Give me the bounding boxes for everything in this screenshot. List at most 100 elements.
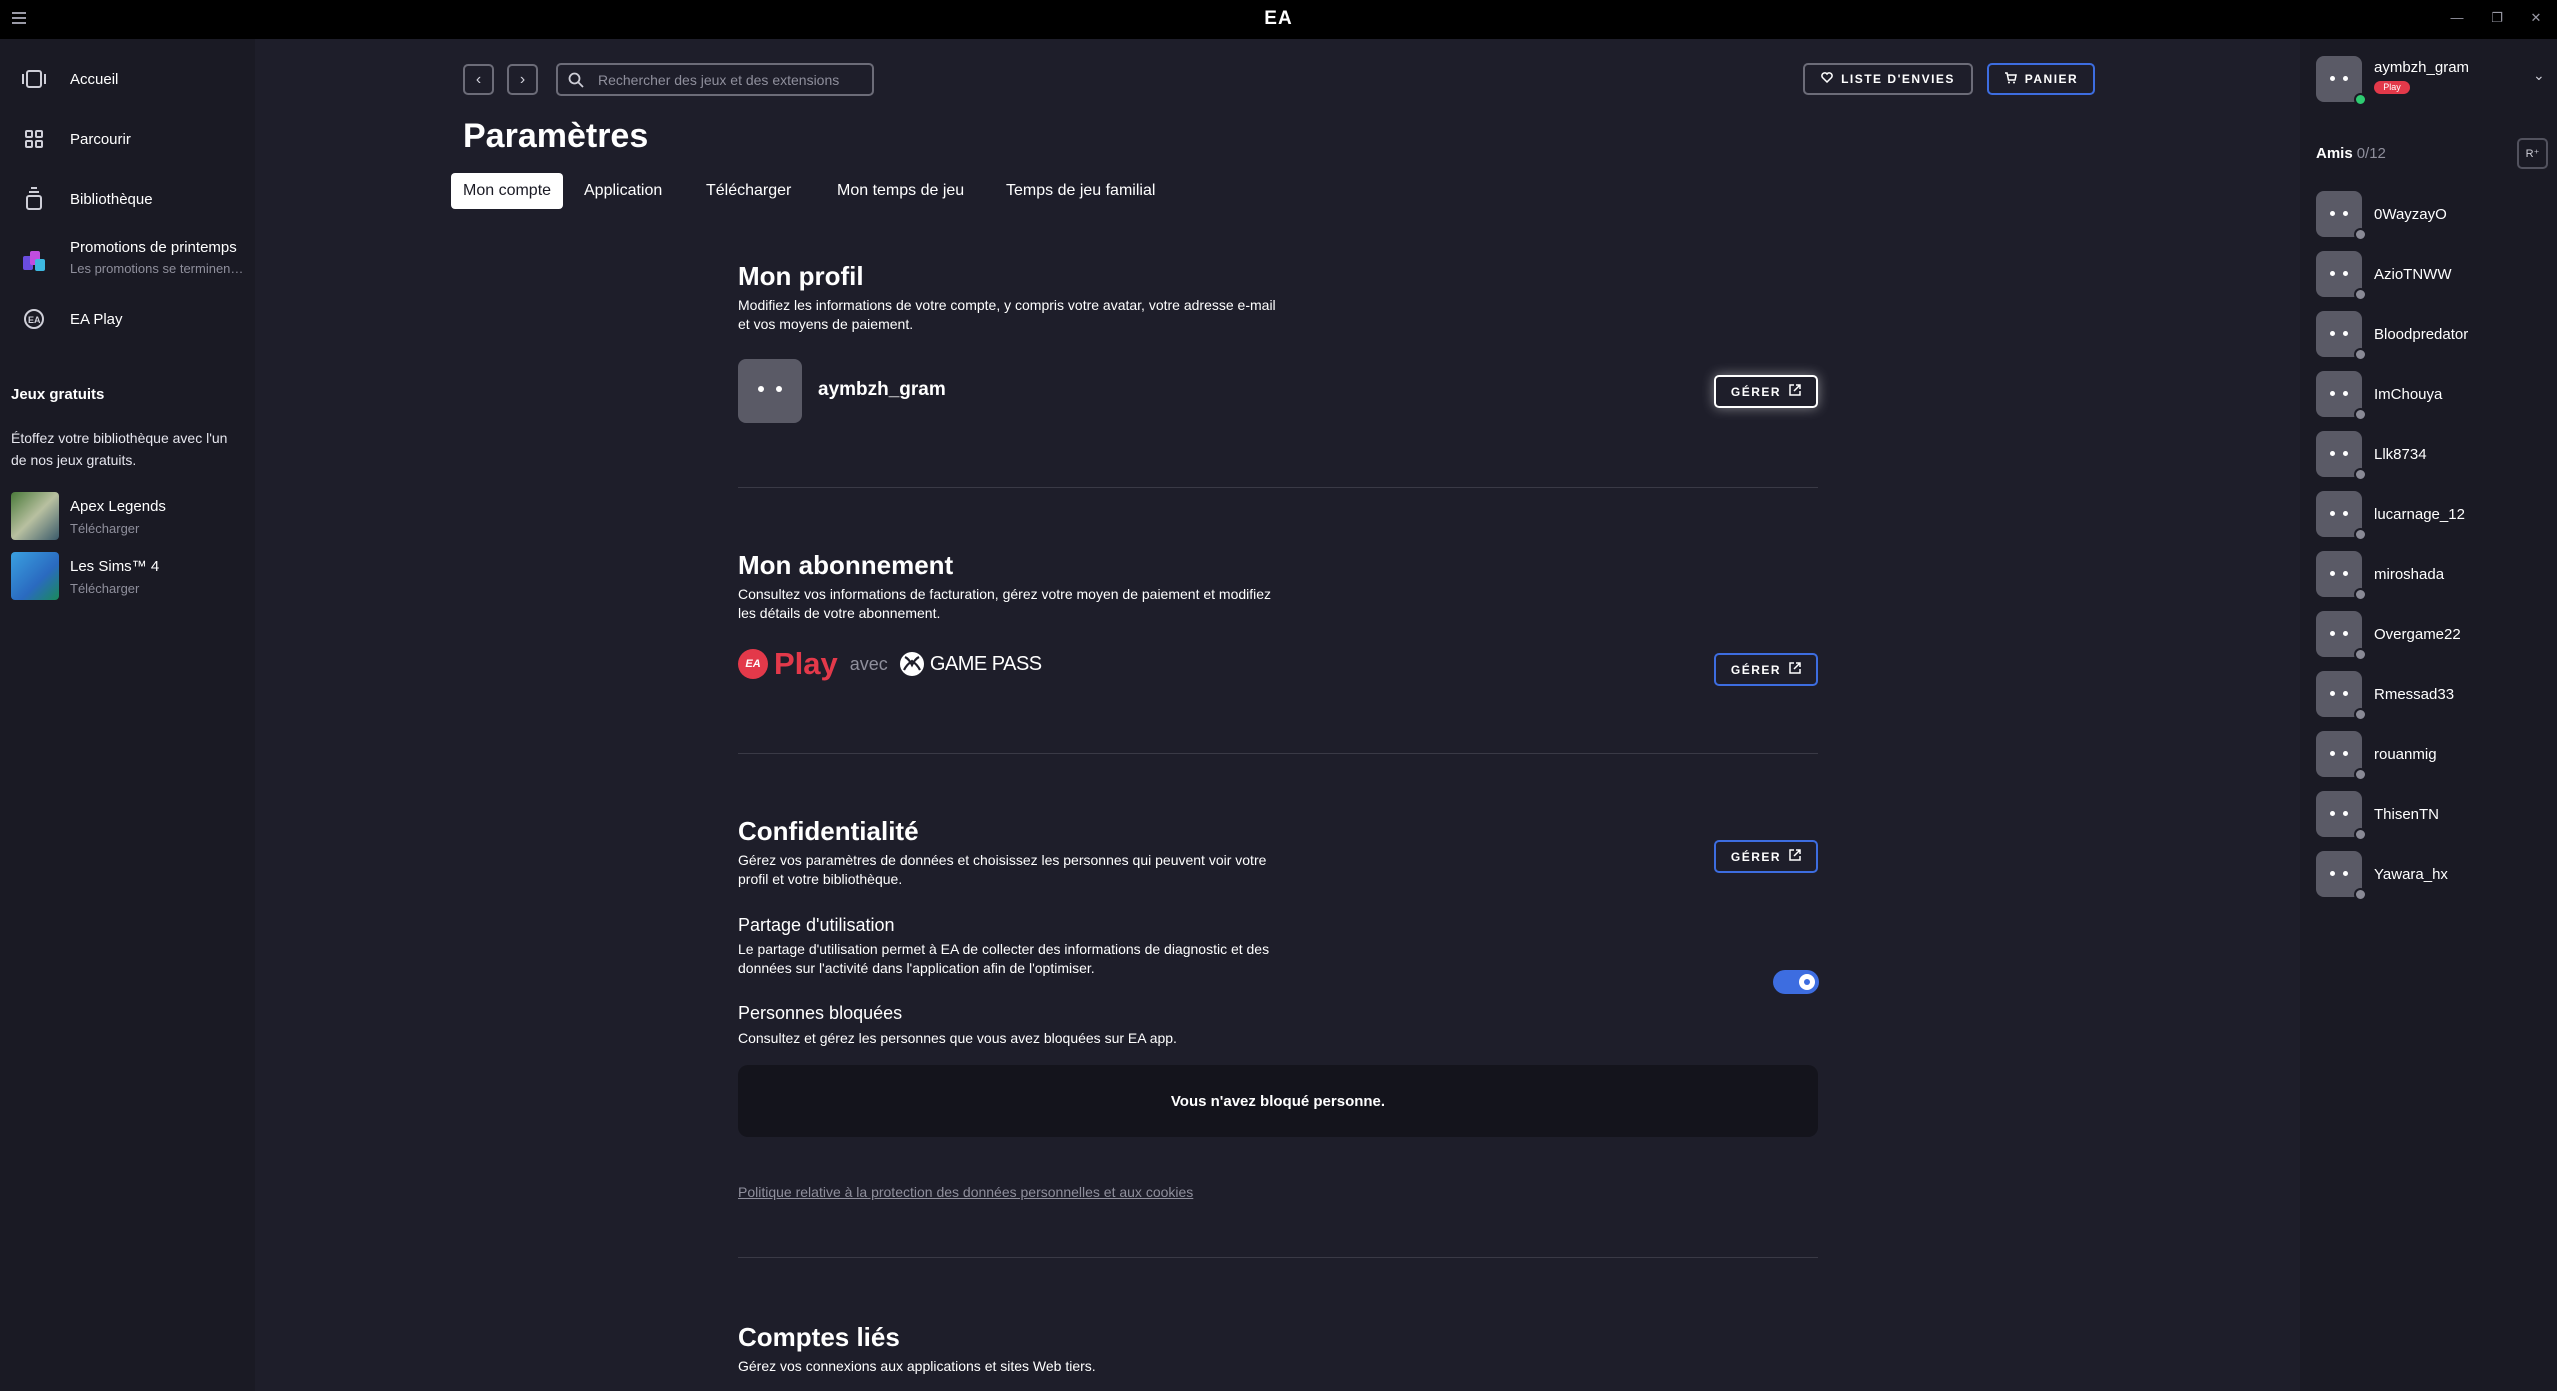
offline-status-icon xyxy=(2354,888,2367,901)
friend-item[interactable]: Yawara_hx xyxy=(2316,851,2546,901)
chevron-left-icon: ‹ xyxy=(475,70,482,88)
usage-sharing-toggle[interactable] xyxy=(1773,970,1819,994)
left-sidebar: Accueil Parcourir Bibliothèque Promotion… xyxy=(0,39,255,1391)
friend-item[interactable]: rouanmig xyxy=(2316,731,2546,781)
game-name: Les Sims™ 4 xyxy=(70,558,160,575)
privacy-desc-line2: profil et votre bibliothèque. xyxy=(738,871,903,887)
offline-status-icon xyxy=(2354,588,2367,601)
free-games-text: Étoffez votre bibliothèque avec l'un de … xyxy=(11,430,228,468)
friend-item[interactable]: ThisenTN xyxy=(2316,791,2546,841)
game-name: Apex Legends xyxy=(70,498,166,515)
section-divider xyxy=(738,487,1818,488)
nav-sublabel: Les promotions se terminen… xyxy=(70,261,244,276)
my-username: aymbzh_gram xyxy=(2374,59,2470,76)
profile-username: aymbzh_gram xyxy=(818,379,946,400)
promo-icon xyxy=(20,247,48,275)
xbox-icon xyxy=(899,652,924,676)
tab-mon-temps-de-jeu[interactable]: Mon temps de jeu xyxy=(825,173,976,209)
friend-name: Bloodpredator xyxy=(2374,326,2469,343)
free-game-sims4[interactable]: Les Sims™ 4 Télécharger xyxy=(11,552,251,602)
friend-avatar xyxy=(2316,551,2367,601)
my-avatar[interactable] xyxy=(2316,56,2367,106)
friend-avatar xyxy=(2316,251,2367,301)
nav-label: Bibliothèque xyxy=(70,190,153,208)
manage-label: GÉRER xyxy=(1730,849,1782,864)
close-button[interactable]: ✕ xyxy=(2528,10,2544,26)
title-bar: EA — ❐ ✕ xyxy=(0,0,2557,39)
offline-status-icon xyxy=(2354,228,2367,241)
profile-desc-line2: et vos moyens de paiement. xyxy=(738,316,914,332)
maximize-button[interactable]: ❐ xyxy=(2489,10,2505,26)
usage-sharing-desc-line2: données sur l'activité dans l'applicatio… xyxy=(738,960,1095,976)
search-icon xyxy=(568,72,584,88)
privacy-policy-link[interactable]: Politique relative à la protection des d… xyxy=(738,1184,1193,1200)
external-link-icon xyxy=(1789,384,1801,399)
library-icon xyxy=(20,185,48,213)
ea-play-badge: Play xyxy=(2374,81,2410,94)
profile-avatar xyxy=(738,359,802,423)
subscription-desc-line1: Consultez vos informations de facturatio… xyxy=(738,586,1272,602)
wishlist-button[interactable]: LISTE D'ENVIES xyxy=(1803,63,1973,95)
manage-label: GÉRER xyxy=(1730,662,1782,677)
section-divider xyxy=(738,1257,1818,1258)
online-status-icon xyxy=(2354,93,2367,106)
nav-label: Parcourir xyxy=(70,130,131,148)
app-title: EA xyxy=(1264,8,1293,29)
wishlist-label: LISTE D'ENVIES xyxy=(1841,72,1955,86)
friends-panel: aymbzh_gram Play ⌄ Amis 0/12 R⁺ 0WayzayO A… xyxy=(2300,39,2557,1391)
external-link-icon xyxy=(1789,849,1801,864)
forward-button[interactable]: › xyxy=(507,64,538,95)
friend-item[interactable]: 0WayzayO xyxy=(2316,191,2546,241)
friend-item[interactable]: ImChouya xyxy=(2316,371,2546,421)
friend-avatar xyxy=(2316,191,2367,241)
cart-button[interactable]: PANIER xyxy=(1987,63,2095,95)
free-games-title: Jeux gratuits xyxy=(11,386,105,403)
minimize-button[interactable]: — xyxy=(2449,10,2465,26)
nav-accueil[interactable]: Accueil xyxy=(0,57,255,101)
friend-item[interactable]: Llk8734 xyxy=(2316,431,2546,481)
game-action: Télécharger xyxy=(70,581,140,596)
tab-application[interactable]: Application xyxy=(572,173,674,209)
friend-name: 0WayzayO xyxy=(2374,206,2447,223)
ea-play-icon: EA xyxy=(20,305,48,333)
nav-parcourir[interactable]: Parcourir xyxy=(0,117,255,161)
search-input[interactable]: Rechercher des jeux et des extensions xyxy=(556,63,874,96)
tab-telecharger[interactable]: Télécharger xyxy=(694,173,803,209)
manage-subscription-button[interactable]: GÉRER xyxy=(1714,653,1818,686)
friend-item[interactable]: AzioTNWW xyxy=(2316,251,2546,301)
nav-ea-play[interactable]: EA EA Play xyxy=(0,297,255,341)
blocked-people-empty: Vous n'avez bloqué personne. xyxy=(738,1065,1818,1137)
chevron-down-icon[interactable]: ⌄ xyxy=(2533,67,2545,84)
back-button[interactable]: ‹ xyxy=(463,64,494,95)
linked-accounts-desc: Gérez vos connexions aux applications et… xyxy=(738,1358,1096,1374)
add-friend-icon: R⁺ xyxy=(2525,148,2540,160)
free-game-apex[interactable]: Apex Legends Télécharger xyxy=(11,492,251,542)
manage-profile-button[interactable]: GÉRER xyxy=(1714,375,1818,408)
home-icon xyxy=(20,65,48,93)
add-friend-button[interactable]: R⁺ xyxy=(2517,138,2548,169)
nav-bibliotheque[interactable]: Bibliothèque xyxy=(0,177,255,221)
linked-accounts-title: Comptes liés xyxy=(738,1322,900,1352)
friend-avatar xyxy=(2316,671,2367,721)
tab-temps-de-jeu-familial[interactable]: Temps de jeu familial xyxy=(994,173,1167,209)
apex-legends-thumbnail xyxy=(11,492,59,540)
friend-item[interactable]: Rmessad33 xyxy=(2316,671,2546,721)
offline-status-icon xyxy=(2354,288,2367,301)
offline-status-icon xyxy=(2354,528,2367,541)
friend-name: rouanmig xyxy=(2374,746,2437,763)
svg-text:EA: EA xyxy=(28,315,41,325)
friend-item[interactable]: lucarnage_12 xyxy=(2316,491,2546,541)
ea-logo-icon: EA xyxy=(738,649,768,679)
friend-item[interactable]: miroshada xyxy=(2316,551,2546,601)
manage-privacy-button[interactable]: GÉRER xyxy=(1714,840,1818,873)
sims-4-thumbnail xyxy=(11,552,59,600)
tab-mon-compte[interactable]: Mon compte xyxy=(451,173,564,209)
blocked-people-desc: Consultez et gérez les personnes que vou… xyxy=(738,1030,1177,1046)
page-title: Paramètres xyxy=(463,117,649,155)
friend-avatar xyxy=(2316,431,2367,481)
friend-item[interactable]: Overgame22 xyxy=(2316,611,2546,661)
nav-promotions[interactable]: Promotions de printemps Les promotions s… xyxy=(0,237,255,285)
subscription-section-title: Mon abonnement xyxy=(738,550,954,580)
main-content: ‹ › Rechercher des jeux et des extension… xyxy=(255,39,2550,1391)
friend-item[interactable]: Bloodpredator xyxy=(2316,311,2546,361)
